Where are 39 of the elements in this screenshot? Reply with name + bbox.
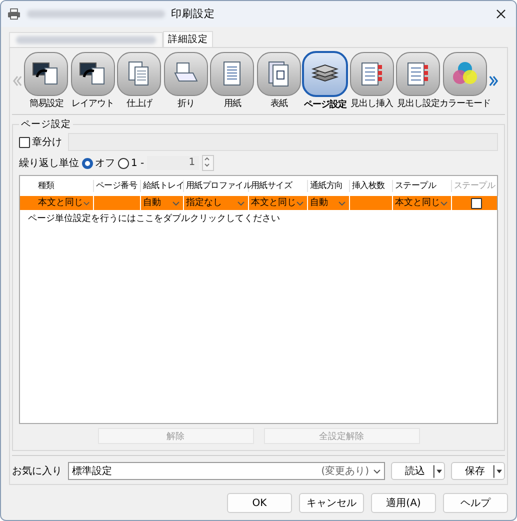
window-title: 印刷設定 <box>171 7 215 21</box>
load-button[interactable]: 読込 <box>391 462 445 480</box>
table-cell-dropdown[interactable]: 指定なし <box>184 196 249 210</box>
favorites-label: お気に入り <box>12 464 62 478</box>
printer-icon <box>7 8 21 20</box>
radio-button[interactable]: オフ <box>82 156 115 170</box>
table-cell-dropdown[interactable]: 本文と同じ <box>36 196 94 210</box>
tab[interactable]: 詳細設定 <box>163 31 213 47</box>
dialog-button[interactable]: 適用(A) <box>371 493 436 513</box>
number-field[interactable]: 1 <box>147 156 200 170</box>
column-header[interactable]: 通紙方向 <box>308 180 350 192</box>
save-button[interactable]: 保存 <box>451 462 505 480</box>
table-cell-dropdown[interactable]: 本文と同じ <box>249 196 308 210</box>
dialog-button[interactable]: OK <box>227 493 292 513</box>
repeat-label: 繰り返し単位 <box>19 156 79 170</box>
dropdown-arrow-icon[interactable] <box>493 464 502 478</box>
close-icon[interactable] <box>496 9 506 19</box>
group-title: ページ設定 <box>20 118 72 131</box>
column-header[interactable]: 給紙トレイ <box>141 180 184 192</box>
dialog-button[interactable]: キャンセル <box>299 493 364 513</box>
table-cell-dropdown[interactable]: 本文と同じ <box>393 196 452 210</box>
column-header[interactable]: 種類 <box>36 180 94 192</box>
dialog-button[interactable]: ヘルプ <box>443 493 508 513</box>
table-hint: ページ単位設定を行うにはここをダブルクリックしてください <box>27 212 281 226</box>
table-checkbox[interactable] <box>470 198 482 208</box>
spin-buttons[interactable] <box>202 155 214 171</box>
favorites-dropdown[interactable]: 標準設定 (変更あり) <box>68 462 385 480</box>
column-header[interactable]: ステープル <box>393 180 452 192</box>
chapter-checkbox[interactable]: 章分け <box>19 135 62 149</box>
column-header[interactable]: 挿入枚数 <box>350 180 393 192</box>
table-cell-dropdown[interactable]: 自動 <box>141 196 184 210</box>
radio-button[interactable]: 1 - <box>118 158 144 168</box>
column-header[interactable]: ページ番号 <box>94 180 141 192</box>
dropdown-arrow-icon[interactable] <box>433 464 442 478</box>
table-cell-dropdown[interactable]: 自動 <box>308 196 350 210</box>
column-header[interactable]: 用紙サイズ <box>249 180 308 192</box>
chevron-down-icon[interactable] <box>373 468 381 474</box>
scroll-right-icon[interactable] <box>489 75 498 87</box>
scroll-left-icon[interactable] <box>13 75 22 87</box>
